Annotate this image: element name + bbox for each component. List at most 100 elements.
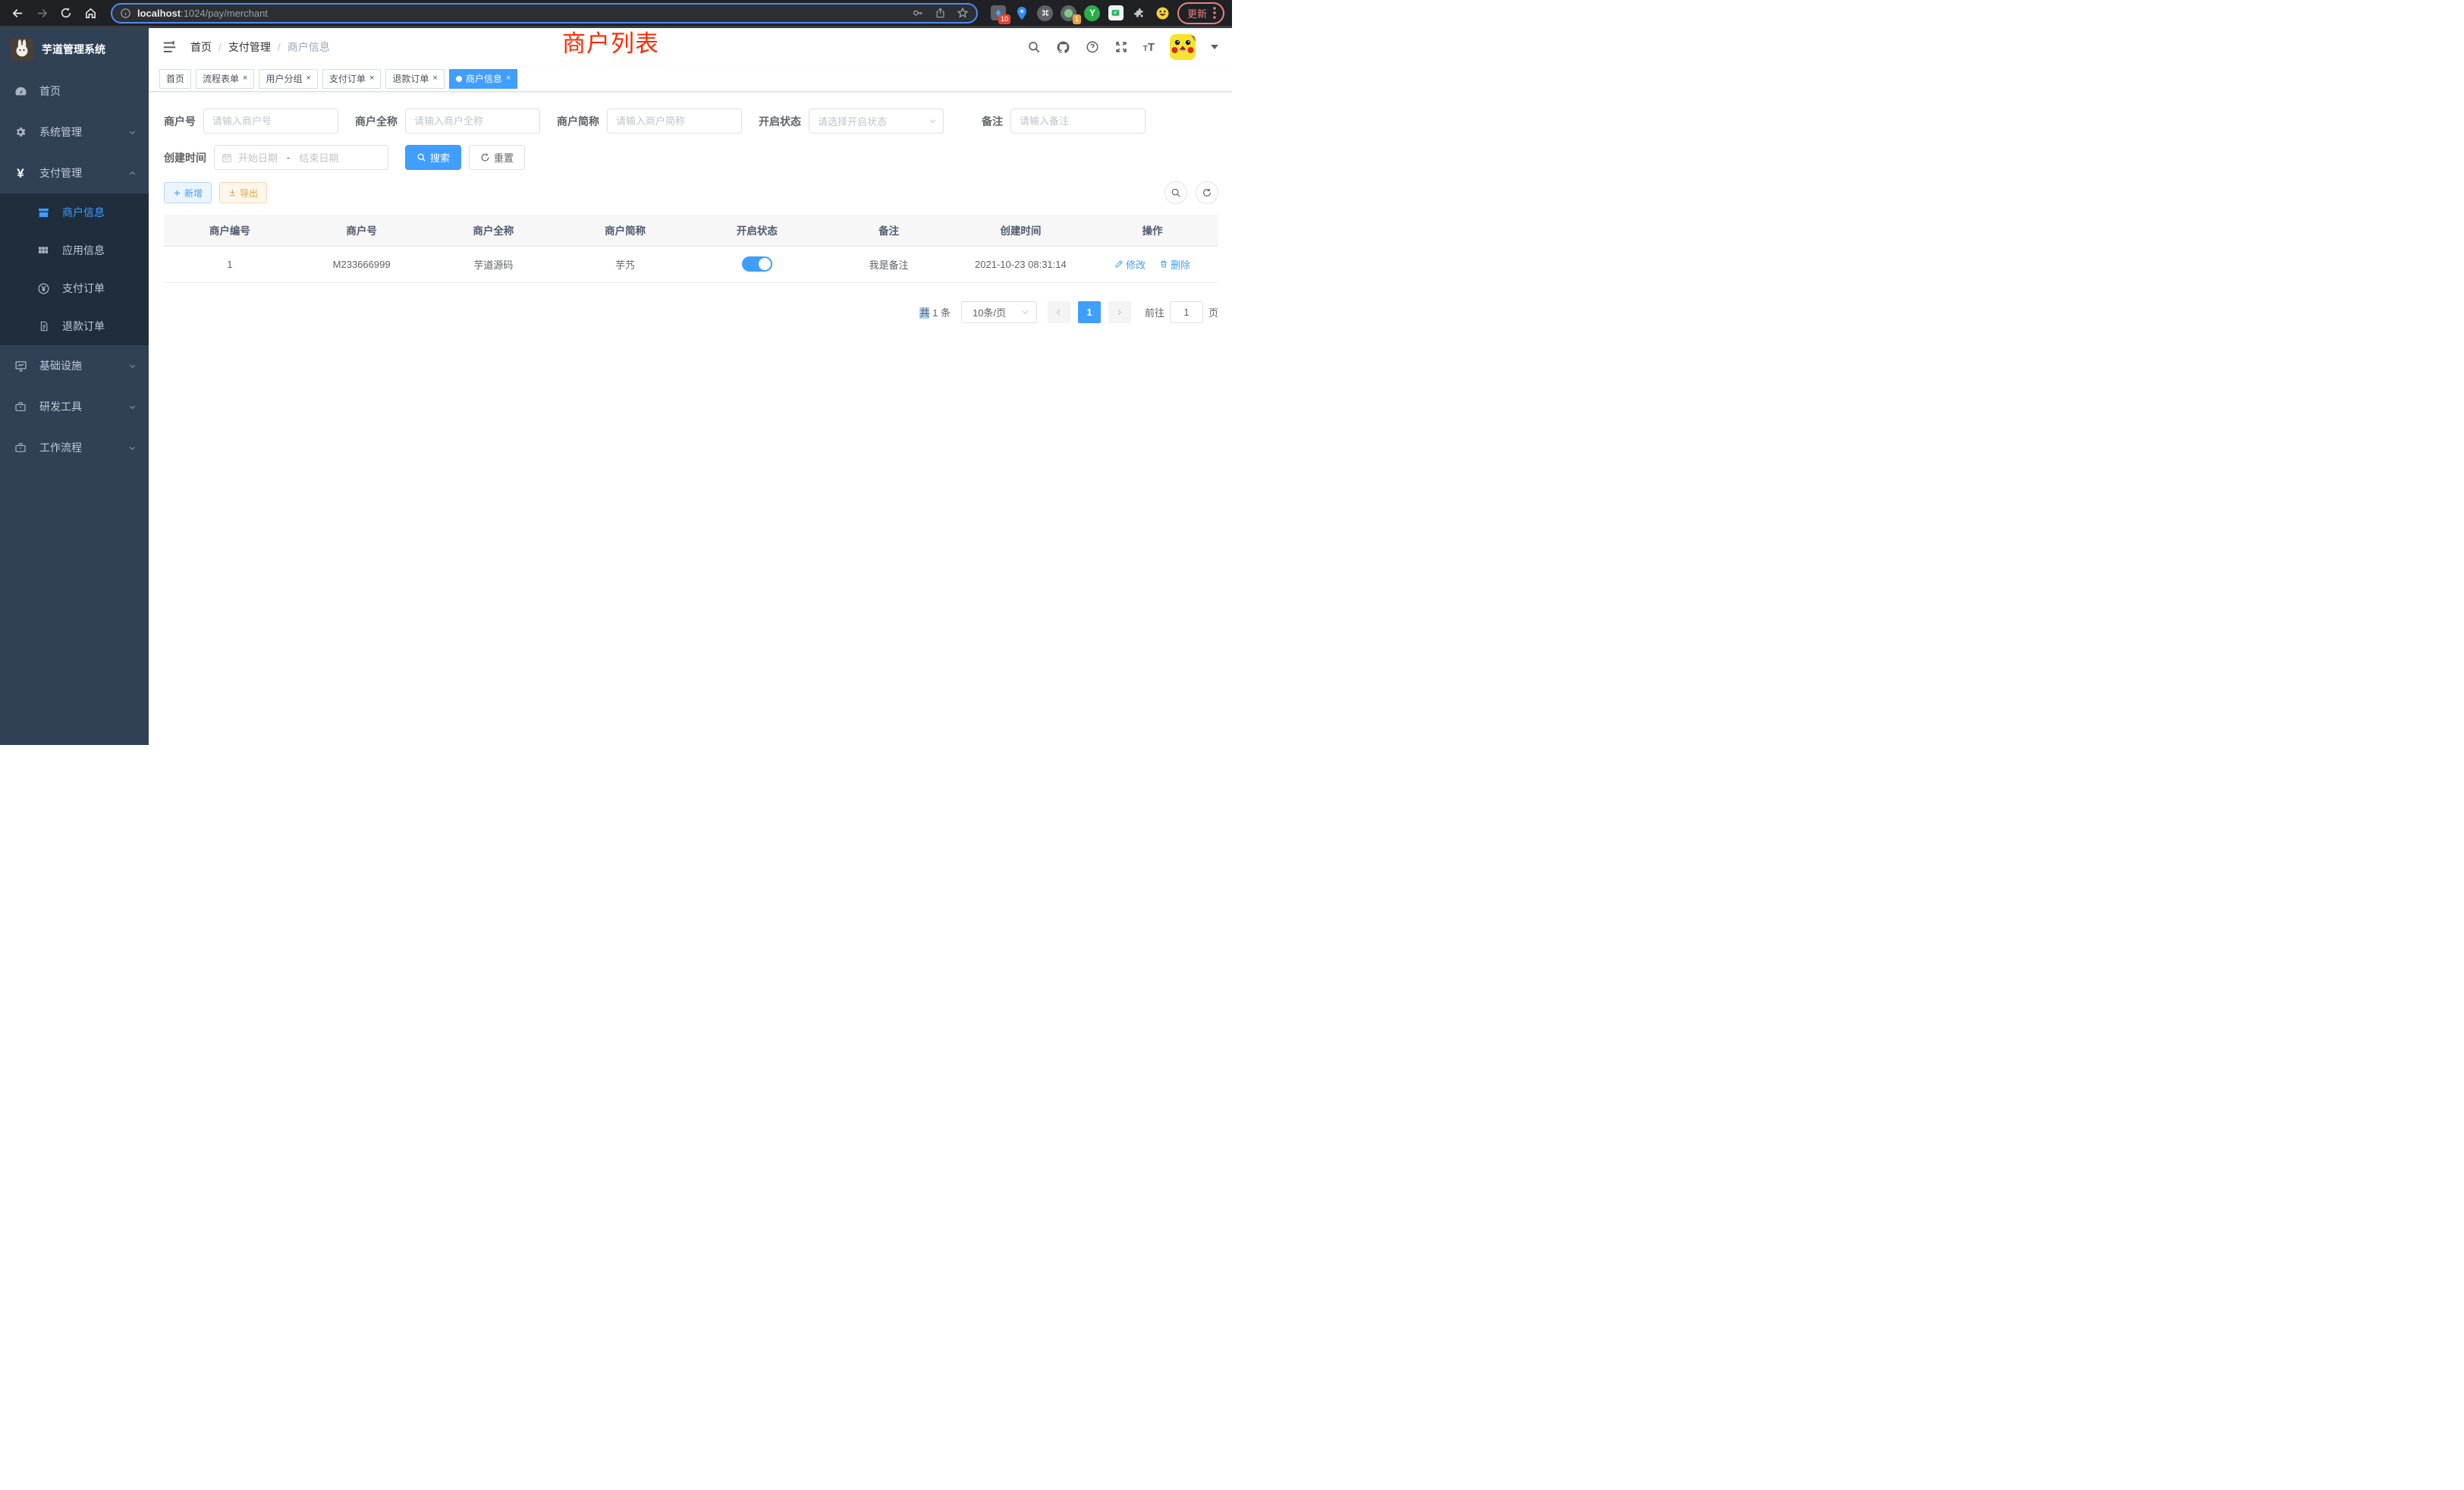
tab-refund-orders[interactable]: 退款订单 × bbox=[385, 69, 444, 89]
tab-merchant-info[interactable]: 商户信息 × bbox=[449, 69, 517, 89]
chevron-down-icon bbox=[1021, 308, 1029, 316]
avatar[interactable] bbox=[1170, 34, 1196, 60]
search-icon[interactable] bbox=[1027, 40, 1041, 54]
sidebar-item-infrastructure[interactable]: 基础设施 bbox=[0, 345, 149, 386]
date-separator: - bbox=[284, 152, 293, 163]
col-header-full-name: 商户全称 bbox=[428, 215, 560, 246]
url-host: localhost bbox=[137, 8, 181, 19]
breadcrumb-payment[interactable]: 支付管理 bbox=[228, 39, 271, 55]
font-size-icon[interactable]: TT bbox=[1143, 42, 1155, 53]
reset-button[interactable]: 重置 bbox=[469, 145, 525, 170]
extension-emoji-icon[interactable] bbox=[1155, 5, 1171, 21]
sidebar-item-workflow[interactable]: 工作流程 bbox=[0, 427, 149, 468]
toggle-search-button[interactable] bbox=[1164, 181, 1187, 204]
close-icon[interactable]: × bbox=[506, 74, 511, 83]
extension-pin-icon[interactable] bbox=[1014, 5, 1030, 21]
breadcrumb-home[interactable]: 首页 bbox=[190, 39, 212, 55]
close-icon[interactable]: × bbox=[243, 74, 247, 83]
github-icon[interactable] bbox=[1056, 40, 1070, 55]
chevron-down-icon bbox=[128, 403, 137, 411]
url-bar[interactable]: localhost:1024/pay/merchant bbox=[111, 3, 978, 24]
browser-reload-icon[interactable] bbox=[56, 3, 76, 23]
extension-puzzle-icon[interactable] bbox=[1131, 5, 1148, 21]
add-button[interactable]: 新增 bbox=[164, 182, 212, 203]
col-header-short-name: 商户简称 bbox=[559, 215, 691, 246]
extension-recorder-icon[interactable]: 1 bbox=[1061, 5, 1077, 21]
password-key-icon[interactable] bbox=[912, 7, 924, 19]
extension-command-icon[interactable] bbox=[1037, 5, 1054, 21]
bookmark-star-icon[interactable] bbox=[957, 7, 969, 19]
page-number-button[interactable]: 1 bbox=[1078, 301, 1101, 323]
merchant-no-input[interactable] bbox=[203, 108, 338, 134]
breadcrumb: 首页 / 支付管理 / 商户信息 bbox=[190, 39, 330, 55]
page-size-select[interactable]: 10条/页 bbox=[961, 301, 1037, 323]
app-title: 芋道管理系统 bbox=[42, 42, 105, 57]
reset-button-label: 重置 bbox=[494, 150, 514, 165]
search-button[interactable]: 搜索 bbox=[405, 145, 461, 170]
sidebar-item-merchant-info[interactable]: 商户信息 bbox=[0, 193, 149, 231]
cell-actions: 修改 删除 bbox=[1086, 246, 1218, 282]
tab-home[interactable]: 首页 bbox=[159, 69, 191, 89]
fullscreen-icon[interactable] bbox=[1114, 40, 1128, 54]
plus-icon bbox=[173, 189, 181, 197]
extension-notes-icon[interactable] bbox=[1108, 5, 1124, 21]
sidebar-item-dev-tools[interactable]: 研发工具 bbox=[0, 386, 149, 427]
page-info-icon[interactable] bbox=[120, 8, 131, 19]
status-select[interactable]: 请选择开启状态 bbox=[809, 108, 944, 134]
caret-down-icon[interactable] bbox=[1211, 44, 1218, 50]
cell-status bbox=[691, 246, 823, 282]
sidebar-logo-row[interactable]: 芋道管理系统 bbox=[0, 28, 149, 71]
chevron-down-icon bbox=[128, 362, 137, 370]
browser-menu-dots-icon[interactable] bbox=[1213, 7, 1216, 19]
filter-row-1: 商户号 商户全称 商户简称 开启状态 请选择开启状态 bbox=[164, 108, 1218, 134]
sidebar-item-refund-orders[interactable]: 退款订单 bbox=[0, 307, 149, 345]
export-button[interactable]: 导出 bbox=[219, 182, 267, 203]
tab-label: 首页 bbox=[166, 72, 184, 85]
sidebar-item-system[interactable]: 系统管理 bbox=[0, 112, 149, 152]
total-count: 1 bbox=[932, 307, 938, 319]
filter-label: 商户简称 bbox=[557, 114, 599, 129]
tab-pay-orders[interactable]: 支付订单 × bbox=[322, 69, 381, 89]
tab-process-form[interactable]: 流程表单 × bbox=[196, 69, 254, 89]
goto-page-input[interactable] bbox=[1170, 301, 1203, 323]
close-icon[interactable]: × bbox=[369, 74, 374, 83]
sidebar-item-app-info[interactable]: 应用信息 bbox=[0, 231, 149, 269]
active-dot bbox=[456, 76, 462, 82]
delete-label: 删除 bbox=[1171, 257, 1190, 272]
edit-button[interactable]: 修改 bbox=[1114, 257, 1146, 272]
remark-input[interactable] bbox=[1010, 108, 1146, 134]
close-icon[interactable]: × bbox=[306, 74, 310, 83]
cell-remark: 我是备注 bbox=[823, 246, 955, 282]
help-icon[interactable] bbox=[1086, 40, 1099, 54]
short-name-input[interactable] bbox=[607, 108, 742, 134]
browser-home-icon[interactable] bbox=[80, 3, 100, 23]
browser-back-icon[interactable] bbox=[8, 3, 27, 23]
status-toggle[interactable] bbox=[742, 256, 772, 272]
share-icon[interactable] bbox=[935, 7, 946, 19]
close-icon[interactable]: × bbox=[432, 74, 437, 83]
sidebar-item-payment[interactable]: ¥ 支付管理 bbox=[0, 152, 149, 193]
sidebar-item-home[interactable]: 首页 bbox=[0, 71, 149, 112]
extension-y-icon[interactable]: Y bbox=[1084, 5, 1101, 21]
delete-button[interactable]: 删除 bbox=[1159, 257, 1190, 272]
refresh-table-button[interactable] bbox=[1196, 181, 1218, 204]
sidebar-item-label: 首页 bbox=[39, 83, 61, 99]
extension-tabs-icon[interactable]: 10 bbox=[990, 5, 1007, 21]
cell-seq: 1 bbox=[164, 246, 296, 282]
merchant-table: 商户编号 商户号 商户全称 商户简称 开启状态 备注 创建时间 操作 1 bbox=[164, 215, 1218, 283]
top-navbar: 首页 / 支付管理 / 商户信息 bbox=[149, 28, 1232, 66]
sidebar-collapse-icon[interactable] bbox=[162, 41, 177, 54]
tab-user-group[interactable]: 用户分组 × bbox=[259, 69, 317, 89]
prev-page-button[interactable] bbox=[1048, 301, 1070, 323]
full-name-input[interactable] bbox=[405, 108, 540, 134]
next-page-button[interactable] bbox=[1108, 301, 1131, 323]
create-time-range-picker[interactable]: 开始日期 - 结束日期 bbox=[214, 145, 388, 170]
browser-update-button[interactable]: 更新 bbox=[1177, 2, 1224, 24]
refresh-icon bbox=[480, 152, 490, 162]
chevron-down-icon bbox=[128, 444, 137, 452]
sidebar-item-pay-orders[interactable]: 支付订单 bbox=[0, 269, 149, 307]
sidebar-item-label: 商户信息 bbox=[62, 205, 105, 220]
browser-forward-icon[interactable] bbox=[32, 3, 52, 23]
cell-full-name: 芋道源码 bbox=[428, 246, 560, 282]
url-text: localhost:1024/pay/merchant bbox=[137, 8, 268, 19]
